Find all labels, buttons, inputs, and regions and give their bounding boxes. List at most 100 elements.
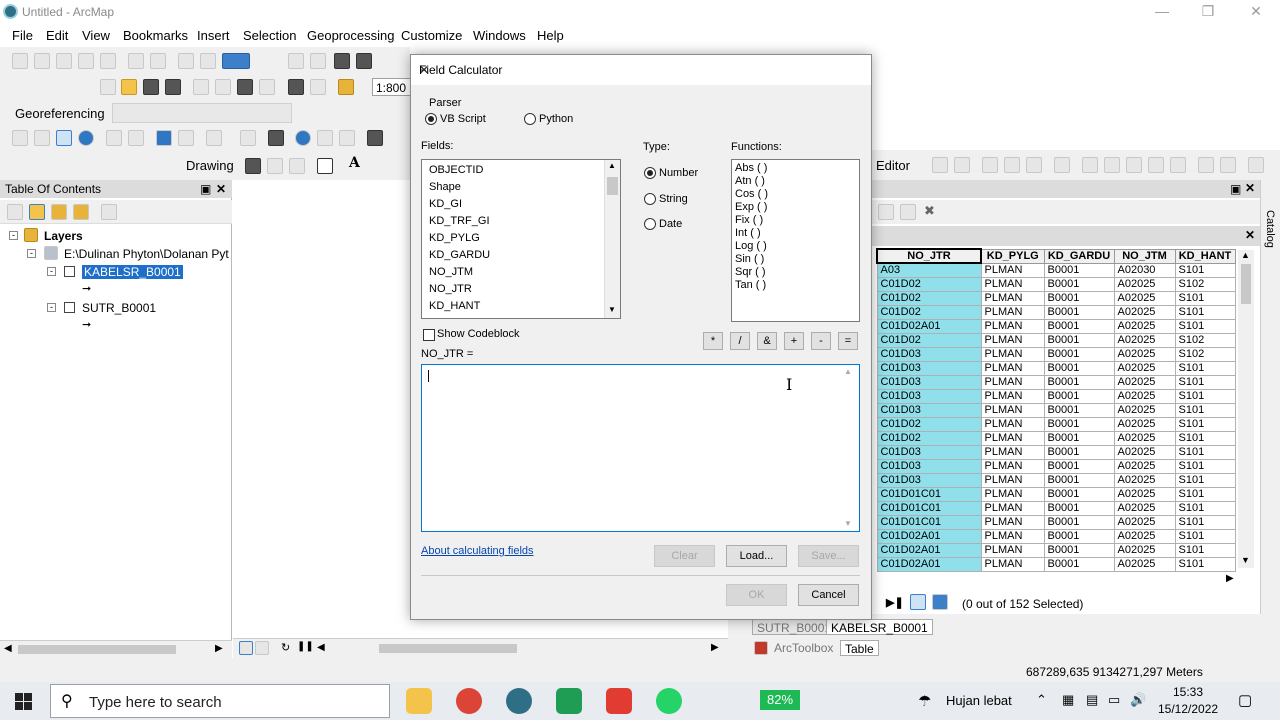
table-row[interactable]: C01D02 PLMAN B0001 A02025 S101 — [876, 290, 1236, 306]
table-cell[interactable]: A02025 — [1113, 444, 1176, 460]
column-header[interactable]: KD_PYLG — [980, 248, 1045, 264]
table-cell[interactable]: S101 — [1174, 542, 1236, 558]
table-cell[interactable]: B0001 — [1043, 374, 1115, 390]
windows-start-icon[interactable] — [15, 693, 32, 710]
table-cell[interactable]: A02025 — [1113, 318, 1176, 334]
volume-icon[interactable]: 🔊 — [1130, 692, 1146, 708]
editor-tool-icon[interactable] — [982, 157, 998, 173]
table-cell[interactable]: A02025 — [1113, 500, 1176, 516]
list-by-source-icon[interactable] — [29, 204, 45, 220]
scroll-right-icon[interactable]: ▶ — [711, 642, 719, 653]
copy-icon[interactable] — [215, 79, 231, 95]
table-cell[interactable]: PLMAN — [980, 486, 1045, 502]
toolbar-icon[interactable] — [34, 53, 50, 69]
save-button[interactable]: Save... — [798, 545, 859, 567]
table-cell[interactable]: A02025 — [1113, 458, 1176, 474]
table-cell[interactable]: PLMAN — [980, 444, 1045, 460]
table-cell[interactable]: PLMAN — [980, 276, 1045, 292]
list-item[interactable]: OBJECTID — [429, 164, 483, 176]
editor-tool-icon[interactable] — [1104, 157, 1120, 173]
table-cell[interactable]: PLMAN — [980, 528, 1045, 544]
list-item[interactable]: Fix ( ) — [735, 214, 763, 226]
georeferencing-layer-dropdown[interactable] — [112, 103, 292, 123]
table-row[interactable]: C01D01C01 PLMAN B0001 A02025 S101 — [876, 514, 1236, 530]
type-number-label[interactable]: Number — [659, 167, 698, 179]
show-selected-records-icon[interactable] — [932, 594, 948, 610]
table-row[interactable]: C01D03 PLMAN B0001 A02025 S101 — [876, 444, 1236, 460]
tray-app-icon[interactable]: ▦ — [1062, 692, 1074, 708]
clear-selection-icon[interactable] — [240, 130, 256, 146]
table-row[interactable]: C01D02A01 PLMAN B0001 A02025 S101 — [876, 318, 1236, 334]
table-cell[interactable]: C01D01C01 — [876, 500, 982, 516]
tray-chevron-icon[interactable]: ⌃ — [1036, 692, 1047, 708]
map-scroll-thumb[interactable] — [379, 644, 517, 653]
minimize-icon[interactable]: — — [1152, 3, 1172, 19]
list-item[interactable]: KD_HANT — [429, 300, 480, 312]
editor-tool-icon[interactable] — [1170, 157, 1186, 173]
table-close-icon[interactable]: ✕ — [1245, 181, 1255, 195]
table-cell[interactable]: A02025 — [1113, 472, 1176, 488]
collapse-icon[interactable]: - — [47, 303, 56, 312]
table-row[interactable]: C01D02 PLMAN B0001 A02025 S101 — [876, 416, 1236, 432]
list-by-visibility-icon[interactable] — [51, 204, 67, 220]
toolbar-icon[interactable] — [100, 53, 116, 69]
identify-icon[interactable] — [295, 130, 311, 146]
line-symbol-icon[interactable]: ➞ — [82, 318, 91, 331]
show-codeblock-label[interactable]: Show Codeblock — [437, 328, 520, 340]
scroll-thumb[interactable] — [1241, 264, 1251, 304]
select-pointer-icon[interactable] — [245, 158, 261, 174]
list-item[interactable]: KD_TRF_GI — [429, 215, 490, 227]
table-row[interactable]: C01D02 PLMAN B0001 A02025 S101 — [876, 430, 1236, 446]
table-row[interactable]: C01D01C01 PLMAN B0001 A02025 S101 — [876, 500, 1236, 516]
column-header[interactable]: KD_HANT — [1174, 248, 1236, 264]
editor-tool-icon[interactable] — [1026, 157, 1042, 173]
clock-time[interactable]: 15:33 — [1158, 685, 1218, 699]
list-item[interactable]: Exp ( ) — [735, 201, 767, 213]
table-cell[interactable]: A02025 — [1113, 528, 1176, 544]
table-cell[interactable]: S101 — [1174, 416, 1236, 432]
about-calculating-fields-link[interactable]: About calculating fields — [421, 545, 534, 557]
editor-tool-icon[interactable] — [1054, 157, 1070, 173]
table-cell[interactable]: PLMAN — [980, 290, 1045, 306]
open-folder-icon[interactable] — [121, 79, 137, 95]
new-document-icon[interactable] — [100, 79, 116, 95]
table-cell[interactable]: PLMAN — [980, 416, 1045, 432]
back-arrow-icon[interactable] — [156, 130, 172, 146]
list-item[interactable]: Log ( ) — [735, 240, 767, 252]
table-row[interactable]: A03 PLMAN B0001 A02030 S101 — [876, 262, 1236, 278]
expression-input[interactable]: ▲ ▼ I — [421, 364, 860, 532]
table-cell[interactable]: A02025 — [1113, 416, 1176, 432]
table-cell[interactable]: C01D03 — [876, 458, 982, 474]
menu-view[interactable]: View — [82, 28, 110, 43]
table-cell[interactable]: C01D02A01 — [876, 542, 982, 558]
table-row[interactable]: C01D03 PLMAN B0001 A02025 S101 — [876, 388, 1236, 404]
toolbar-icon[interactable] — [128, 53, 144, 69]
table-cell[interactable]: S101 — [1174, 290, 1236, 306]
table-cell[interactable]: C01D03 — [876, 444, 982, 460]
operator-concat-button[interactable]: & — [757, 332, 777, 350]
table-cell[interactable]: B0001 — [1043, 402, 1115, 418]
list-item[interactable]: KD_GARDU — [429, 249, 490, 261]
operator-divide-button[interactable]: / — [730, 332, 750, 350]
table-cell[interactable]: S101 — [1174, 304, 1236, 320]
list-item[interactable]: Shape — [429, 181, 461, 193]
table-cell[interactable]: A02025 — [1113, 276, 1176, 292]
table-cell[interactable]: B0001 — [1043, 486, 1115, 502]
collapse-icon[interactable]: - — [27, 249, 36, 258]
table-cell[interactable]: S101 — [1174, 430, 1236, 446]
delete-selected-icon[interactable]: ✖ — [924, 203, 935, 219]
anydesk-icon[interactable] — [606, 688, 632, 714]
table-cell[interactable]: C01D02 — [876, 276, 982, 292]
data-view-icon[interactable] — [239, 641, 253, 655]
paste-icon[interactable] — [237, 79, 253, 95]
cut-icon[interactable] — [193, 79, 209, 95]
layers-root[interactable]: Layers — [44, 229, 83, 243]
layer-visibility-checkbox[interactable] — [64, 266, 75, 277]
toc-horizontal-scrollbar[interactable]: ◀ ▶ — [0, 640, 232, 658]
table-cell[interactable]: A02025 — [1113, 402, 1176, 418]
table-cell[interactable]: A02030 — [1113, 262, 1176, 278]
table-cell[interactable]: A02025 — [1113, 430, 1176, 446]
arcmap-taskbar-icon[interactable] — [506, 688, 532, 714]
toolbar-icon[interactable] — [356, 53, 372, 69]
table-cell[interactable]: C01D02 — [876, 290, 982, 306]
